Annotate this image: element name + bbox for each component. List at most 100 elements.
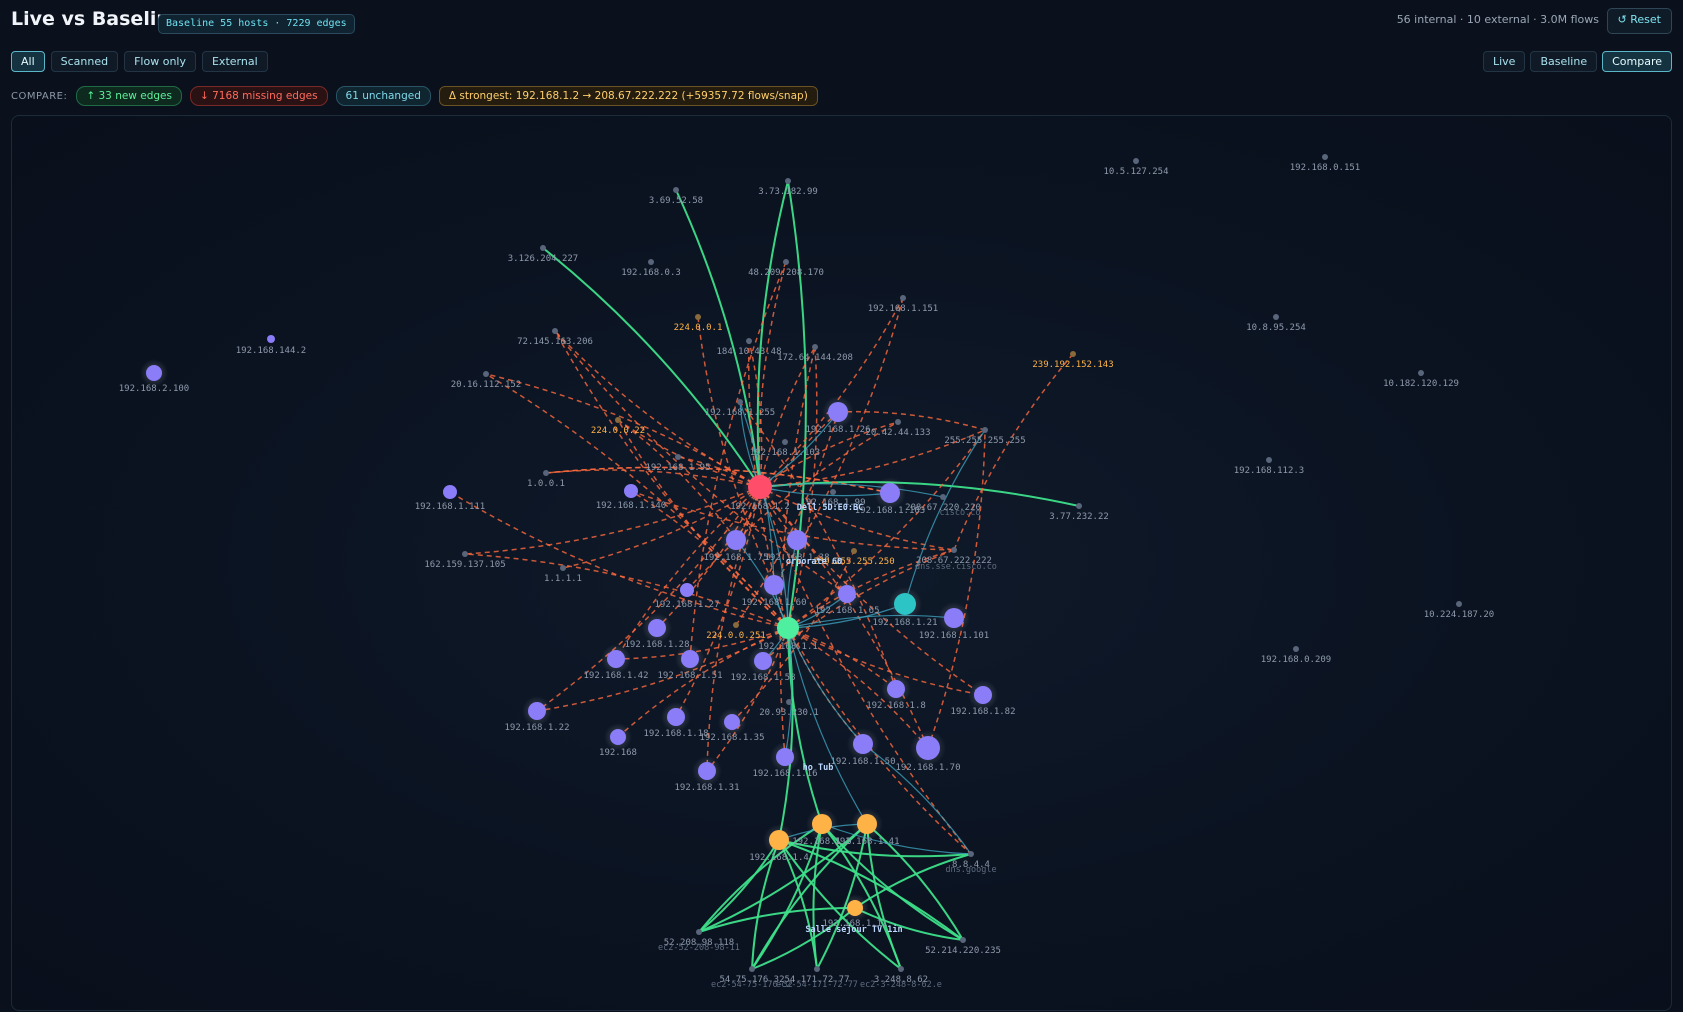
node-external[interactable] bbox=[900, 295, 906, 301]
node-internal[interactable] bbox=[944, 608, 964, 628]
device-name-label: Dell 5D:E0:BC bbox=[797, 503, 864, 513]
node-external[interactable] bbox=[648, 259, 654, 265]
node-internal[interactable] bbox=[776, 748, 794, 766]
node-internal[interactable] bbox=[607, 650, 625, 668]
node-external[interactable] bbox=[982, 427, 988, 433]
node-label: 192.168.1.255 bbox=[705, 408, 775, 418]
node-internal[interactable] bbox=[648, 619, 666, 637]
node-external[interactable] bbox=[1322, 154, 1328, 160]
node-internal[interactable] bbox=[680, 583, 694, 597]
node-multicast[interactable] bbox=[733, 622, 739, 628]
node-internal[interactable] bbox=[724, 714, 740, 730]
node-external[interactable] bbox=[951, 547, 957, 553]
node-external[interactable] bbox=[1266, 457, 1272, 463]
node-external[interactable] bbox=[1273, 314, 1279, 320]
node-label: 162.159.137.105 bbox=[424, 560, 505, 570]
edge-missing[interactable] bbox=[464, 553, 789, 629]
node-internal[interactable] bbox=[146, 365, 162, 381]
node-external[interactable] bbox=[696, 929, 702, 935]
node-external[interactable] bbox=[895, 419, 901, 425]
node-teal[interactable] bbox=[894, 593, 916, 615]
node-label: 192.168.1.65 bbox=[814, 606, 879, 616]
node-external[interactable] bbox=[1418, 370, 1424, 376]
node-internal[interactable] bbox=[624, 484, 638, 498]
node-internal[interactable] bbox=[667, 708, 685, 726]
node-external[interactable] bbox=[540, 245, 546, 251]
node-external[interactable] bbox=[560, 565, 566, 571]
node-external[interactable] bbox=[940, 494, 946, 500]
node-external[interactable] bbox=[785, 178, 791, 184]
node-external[interactable] bbox=[552, 328, 558, 334]
node-internal[interactable] bbox=[754, 652, 772, 670]
edge-missing[interactable] bbox=[759, 297, 904, 488]
node-multicast[interactable] bbox=[1070, 351, 1076, 357]
node-external[interactable] bbox=[812, 344, 818, 350]
node-highlight[interactable] bbox=[812, 814, 832, 834]
node-external[interactable] bbox=[749, 966, 755, 972]
node-label: 3.73.182.99 bbox=[758, 187, 818, 197]
node-gateway[interactable] bbox=[777, 617, 799, 639]
node-internal[interactable] bbox=[974, 686, 992, 704]
node-internal[interactable] bbox=[828, 402, 848, 422]
node-internal[interactable] bbox=[887, 680, 905, 698]
node-external[interactable] bbox=[483, 371, 489, 377]
node-external[interactable] bbox=[746, 338, 752, 344]
node-internal[interactable] bbox=[610, 729, 626, 745]
node-internal[interactable] bbox=[787, 530, 807, 550]
node-highlight[interactable] bbox=[847, 900, 863, 916]
node-label: 192.168.0.151 bbox=[1290, 163, 1360, 173]
node-multicast[interactable] bbox=[851, 548, 857, 554]
node-external[interactable] bbox=[1456, 601, 1462, 607]
node-internal[interactable] bbox=[726, 530, 746, 550]
node-external[interactable] bbox=[783, 259, 789, 265]
node-hostname-label: ec2-3-248-8-62.e bbox=[860, 980, 942, 990]
node-external[interactable] bbox=[1293, 646, 1299, 652]
node-internal[interactable] bbox=[916, 736, 940, 760]
node-external[interactable] bbox=[968, 851, 974, 857]
node-external[interactable] bbox=[675, 454, 681, 460]
node-internal[interactable] bbox=[838, 585, 856, 603]
node-external[interactable] bbox=[960, 937, 966, 943]
node-highlight[interactable] bbox=[857, 814, 877, 834]
node-internal[interactable] bbox=[764, 575, 784, 595]
node-external[interactable] bbox=[786, 699, 792, 705]
node-label: 72.145.163.206 bbox=[517, 337, 593, 347]
edge-missing[interactable] bbox=[787, 429, 986, 629]
node-internal[interactable] bbox=[528, 702, 546, 720]
node-internal[interactable] bbox=[853, 734, 873, 754]
node-label: 10.5.127.254 bbox=[1103, 167, 1168, 177]
node-external[interactable] bbox=[543, 470, 549, 476]
edge-new[interactable] bbox=[751, 907, 856, 970]
node-hub[interactable] bbox=[748, 475, 772, 499]
node-label: 192.168.1.70 bbox=[895, 763, 960, 773]
node-external[interactable] bbox=[898, 966, 904, 972]
node-hostname-label: cisco.co bbox=[940, 508, 981, 518]
network-graph[interactable]: 192.168.1.2 192.168.1.1 3.69.52.58 3.73.182… bbox=[0, 0, 1683, 1012]
node-external[interactable] bbox=[814, 966, 820, 972]
node-external[interactable] bbox=[1076, 503, 1082, 509]
node-internal[interactable] bbox=[267, 335, 275, 343]
node-internal[interactable] bbox=[443, 485, 457, 499]
device-name-label: Salle séjour TV 1in bbox=[805, 924, 902, 935]
node-external[interactable] bbox=[1133, 158, 1139, 164]
node-multicast[interactable] bbox=[615, 417, 621, 423]
node-internal[interactable] bbox=[880, 483, 900, 503]
node-label: 192.168 bbox=[599, 748, 637, 758]
node-label: 192.168.1.111 bbox=[415, 502, 485, 512]
node-external[interactable] bbox=[462, 551, 468, 557]
node-label: 255.255.255.255 bbox=[944, 436, 1025, 446]
node-label: 224.0.0.251 bbox=[706, 631, 766, 641]
node-highlight[interactable] bbox=[769, 830, 789, 850]
node-label: 52.214.220.235 bbox=[925, 946, 1001, 956]
node-label: 192.168.1.27 bbox=[654, 600, 719, 610]
node-label: 192.168.1.101 bbox=[919, 631, 989, 641]
node-internal[interactable] bbox=[681, 650, 699, 668]
edge-unchanged[interactable] bbox=[787, 627, 868, 825]
node-external[interactable] bbox=[830, 489, 836, 495]
node-external[interactable] bbox=[737, 399, 743, 405]
node-hostname-label: ec2-52-208-98-11 bbox=[658, 943, 740, 953]
node-internal[interactable] bbox=[698, 762, 716, 780]
node-multicast[interactable] bbox=[695, 314, 701, 320]
node-external[interactable] bbox=[782, 439, 788, 445]
node-external[interactable] bbox=[673, 187, 679, 193]
